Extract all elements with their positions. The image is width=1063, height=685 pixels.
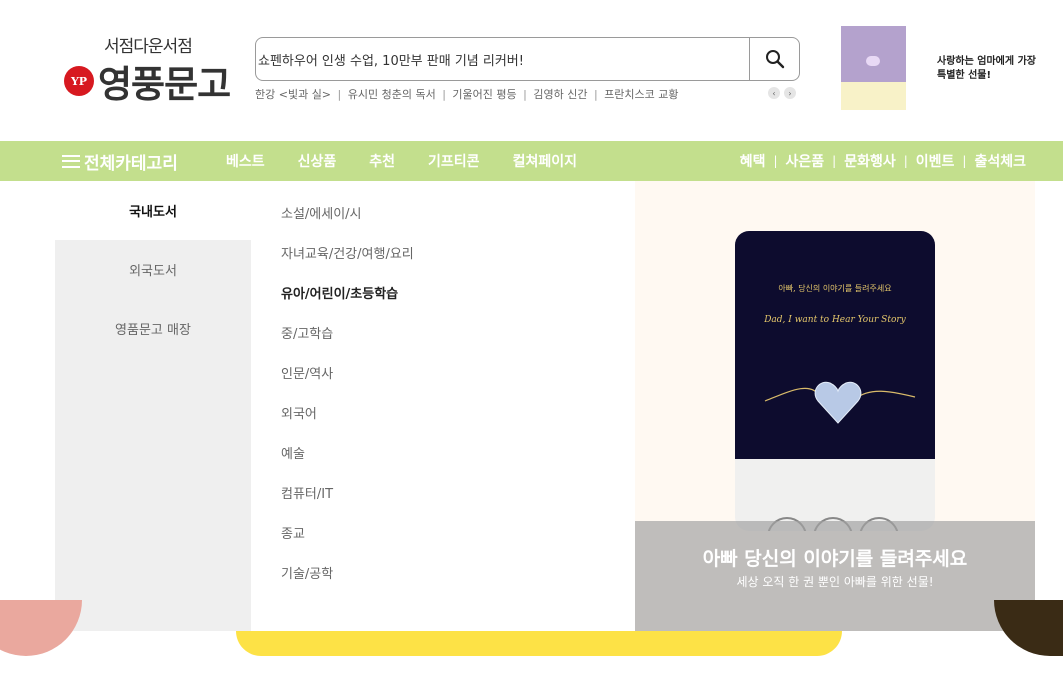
- nav-right-menu: 혜택 | 사은품 | 문화행사 | 이벤트 | 출석체크: [740, 141, 1026, 181]
- nav-item-culture[interactable]: 컬쳐페이지: [513, 151, 577, 171]
- nav-item-gifts[interactable]: 사은품: [786, 151, 825, 171]
- keyword-link[interactable]: 유시민 청춘의 독서: [348, 88, 436, 101]
- page: 서점다운서점 YP 영풍문고 쇼펜하우어 인생 수업, 10만부 판매 기념 리…: [0, 0, 1063, 685]
- decorative-shape: [994, 600, 1063, 656]
- nav-item-benefits[interactable]: 혜택: [740, 151, 766, 171]
- keyword-link[interactable]: 프란치스코 교황: [604, 88, 678, 101]
- heart-icon: [866, 56, 880, 66]
- chevron-left-icon[interactable]: ‹: [768, 87, 780, 99]
- all-categories-label: 전체카테고리: [84, 153, 178, 174]
- book-blurb: [745, 473, 925, 483]
- sidebar-item-foreign-books[interactable]: 외국도서: [55, 240, 251, 299]
- book-title-en: Dad, I want to Hear Your Story: [764, 315, 906, 325]
- subcategory-item[interactable]: 중/고학습: [281, 323, 333, 342]
- banner-subtitle: 세상 오직 한 권 뿐인 아빠를 위한 선물!: [736, 575, 934, 589]
- popular-keywords: 한강 <빛과 실> | 유시민 청춘의 독서 | 기울어진 평등 | 김영하 신…: [255, 88, 679, 101]
- subcategory-item-active[interactable]: 유아/어린이/초등학습: [281, 283, 398, 302]
- decorative-shape: [236, 631, 842, 656]
- all-categories-button[interactable]: 전체카테고리: [62, 141, 178, 181]
- nav-item-new[interactable]: 신상품: [298, 151, 337, 171]
- book-title-kr: 아빠, 당신의 이야기를 들려주세요: [778, 284, 892, 293]
- hamburger-icon: [62, 154, 80, 168]
- search-button[interactable]: [749, 38, 799, 80]
- sidebar-item-domestic-books[interactable]: 국내도서: [55, 181, 251, 240]
- book-cover-image: 아빠, 당신의 이야기를 들려주세요 Dad, I want to Hear Y…: [735, 231, 935, 531]
- subcategory-item[interactable]: 인문/역사: [281, 363, 333, 382]
- keyword-link[interactable]: 기울어진 평등: [452, 88, 516, 101]
- subcategory-item[interactable]: 외국어: [281, 403, 317, 422]
- subcategory-item[interactable]: 종교: [281, 523, 305, 542]
- nav-item-attendance[interactable]: 출석체크: [974, 151, 1026, 171]
- keyword-nav: ‹ ›: [768, 87, 796, 99]
- logo-name: 영풍문고: [98, 63, 231, 106]
- subcategory-list: 소설/에세이/시 자녀교육/건강/여행/요리 유아/어린이/초등학습 중/고학습…: [251, 181, 635, 631]
- nav-item-events[interactable]: 이벤트: [916, 151, 955, 171]
- subcategory-item[interactable]: 기술/공학: [281, 563, 333, 582]
- promo-text[interactable]: 사랑하는 엄마에게 가장 특별한 선물!: [937, 55, 1037, 83]
- decorative-shape: [0, 600, 82, 656]
- sidebar-item-stores[interactable]: 영품문고 매장: [55, 299, 251, 358]
- love-heart-icon: [764, 381, 916, 424]
- yp-badge-icon: YP: [64, 66, 94, 96]
- category-sidebar: 국내도서 외국도서 영품문고 매장: [55, 181, 251, 631]
- keyword-link[interactable]: 김영하 신간: [533, 88, 587, 101]
- subcategory-item[interactable]: 자녀교육/건강/여행/요리: [281, 243, 414, 262]
- promo-book-image[interactable]: [841, 26, 906, 110]
- nav-item-culture-events[interactable]: 문화행사: [844, 151, 896, 171]
- chevron-right-icon[interactable]: ›: [784, 87, 796, 99]
- search-input[interactable]: 쇼펜하우어 인생 수업, 10만부 판매 기념 리커버!: [256, 38, 749, 80]
- search-icon: [765, 50, 784, 69]
- subcategory-item[interactable]: 소설/에세이/시: [281, 203, 362, 222]
- featured-banner[interactable]: 아빠, 당신의 이야기를 들려주세요 Dad, I want to Hear Y…: [635, 181, 1035, 631]
- keyword-link[interactable]: 한강 <빛과 실>: [255, 88, 331, 101]
- site-logo[interactable]: 서점다운서점 YP 영풍문고: [64, 30, 239, 106]
- nav-item-gifticon[interactable]: 기프티콘: [428, 151, 480, 171]
- subcategory-item[interactable]: 예술: [281, 443, 305, 462]
- main-nav: 전체카테고리 베스트 신상품 추천 기프티콘 컬쳐페이지 혜택 | 사은품 | 문화…: [0, 141, 1063, 181]
- search-bar: 쇼펜하우어 인생 수업, 10만부 판매 기념 리커버!: [255, 37, 800, 81]
- nav-item-best[interactable]: 베스트: [226, 151, 265, 171]
- nav-item-recommend[interactable]: 추천: [369, 151, 395, 171]
- subcategory-item[interactable]: 컴퓨터/IT: [281, 483, 333, 502]
- banner-caption: 아빠 당신의 이야기를 들려주세요 세상 오직 한 권 뿐인 아빠를 위한 선물…: [635, 521, 1035, 631]
- nav-menu: 베스트 신상품 추천 기프티콘 컬쳐페이지: [226, 141, 610, 181]
- banner-title: 아빠 당신의 이야기를 들려주세요: [702, 548, 968, 570]
